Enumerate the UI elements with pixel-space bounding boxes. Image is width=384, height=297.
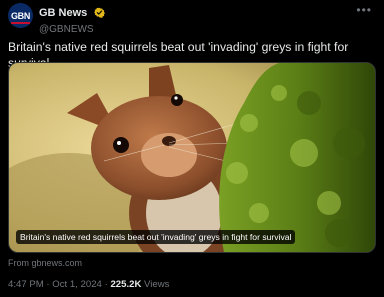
meta-separator: · (46, 279, 50, 290)
author-handle[interactable]: @GBNEWS (39, 24, 105, 35)
more-icon[interactable]: ••• (356, 3, 372, 17)
link-card-caption: Britain's native red squirrels beat out … (16, 230, 296, 244)
verified-badge-icon (93, 7, 105, 19)
views-count: 225.2K (110, 279, 142, 290)
link-card-source[interactable]: From gbnews.com (8, 258, 82, 268)
squirrel-photo (9, 63, 375, 252)
avatar[interactable]: GBN (8, 3, 33, 28)
avatar-flag-strip (11, 22, 30, 24)
tweet-header: GBN GB News @GBNEWS ••• (8, 3, 376, 35)
avatar-logo-text: GBN (10, 10, 31, 21)
author-names: GB News @GBNEWS (39, 4, 105, 35)
link-card-image[interactable]: Britain's native red squirrels beat out … (8, 62, 376, 253)
meta-separator: · (104, 279, 108, 290)
tweet-date[interactable]: Oct 1, 2024 (52, 279, 102, 290)
tweet-time[interactable]: 4:47 PM (8, 279, 44, 290)
tweet-meta: 4:47 PM · Oct 1, 2024 · 225.2K Views (8, 279, 169, 290)
author-display-name[interactable]: GB News (39, 7, 87, 19)
views-label: Views (144, 279, 170, 290)
